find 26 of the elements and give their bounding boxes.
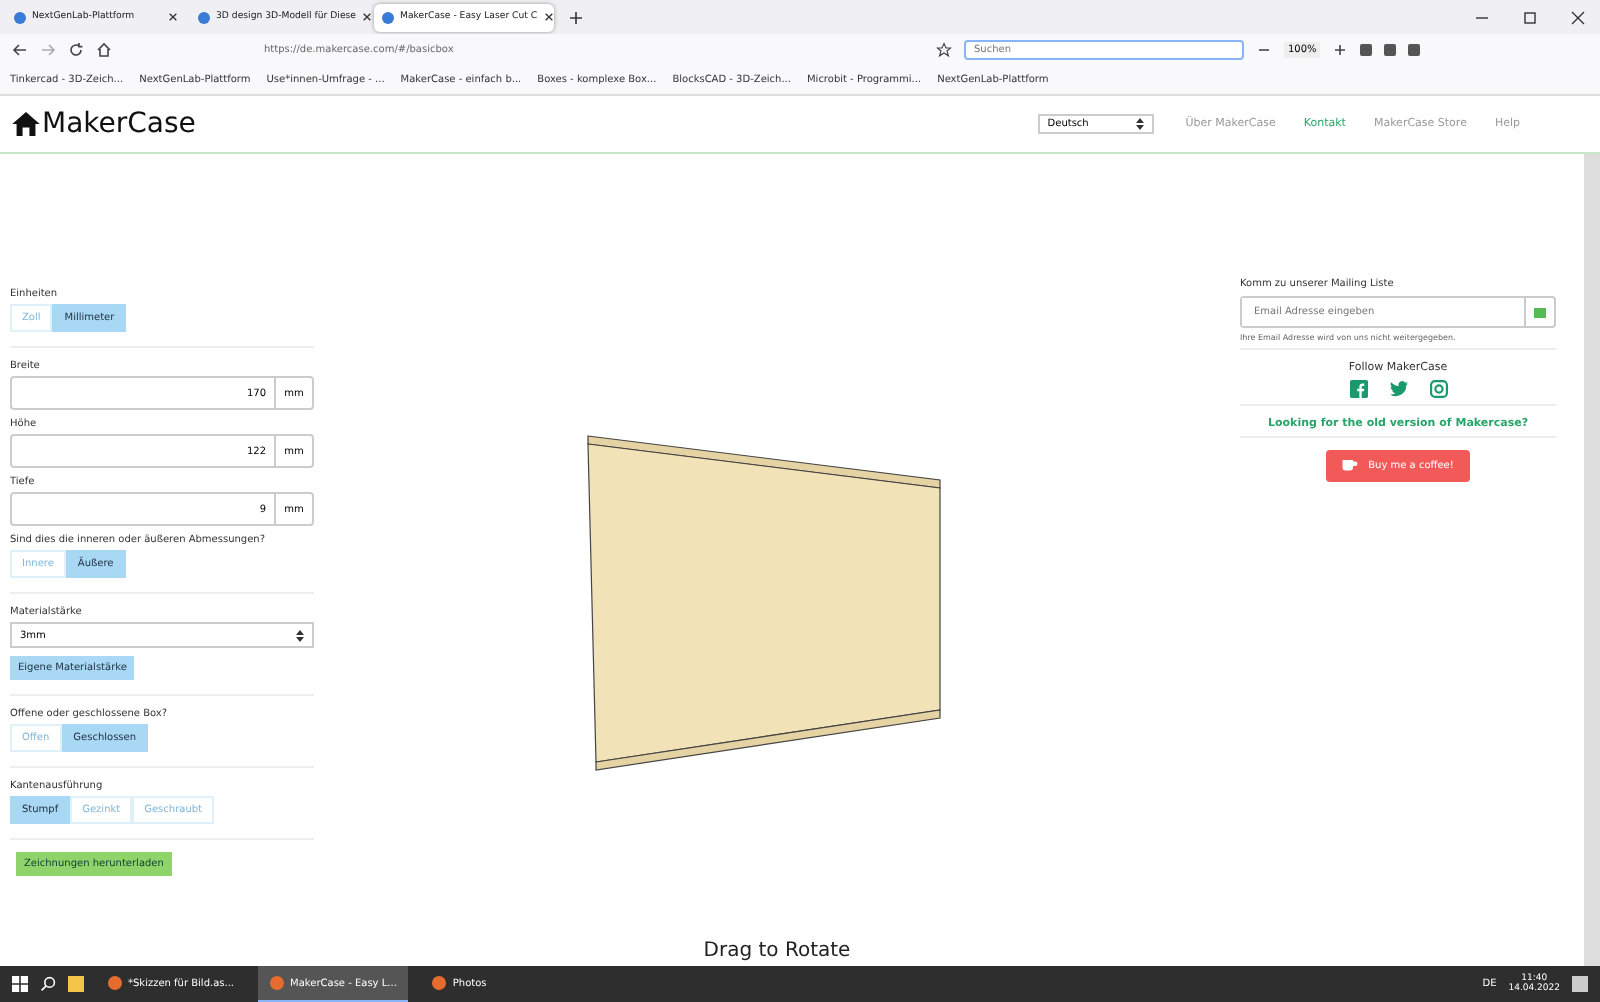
new-tab-icon[interactable] — [568, 9, 584, 25]
back-arrow-icon[interactable] — [12, 42, 28, 58]
windows-start-icon[interactable] — [12, 976, 28, 992]
logo[interactable]: MakerCase — [12, 108, 196, 140]
close-tab-icon[interactable] — [543, 12, 554, 22]
page-icon — [382, 11, 394, 23]
reload-icon[interactable] — [68, 42, 84, 58]
maximize-icon[interactable] — [1522, 9, 1538, 25]
instagram-icon[interactable] — [1429, 380, 1447, 398]
close-tab-icon[interactable] — [362, 12, 373, 22]
close-tab-icon[interactable] — [168, 12, 178, 22]
cup-icon — [1342, 460, 1359, 472]
zoom-in-icon[interactable] — [1332, 42, 1349, 58]
facebook-icon[interactable] — [1349, 380, 1367, 398]
scrollbar[interactable] — [1584, 154, 1600, 966]
select-arrows-icon — [296, 629, 304, 641]
close-icon[interactable] — [1570, 9, 1586, 25]
page-icon — [14, 11, 26, 23]
home-icon — [12, 112, 40, 136]
star-icon[interactable] — [936, 42, 952, 58]
page-icon — [198, 11, 210, 23]
twitter-icon[interactable] — [1389, 380, 1407, 398]
select-arrows-icon — [1135, 118, 1144, 130]
home-icon[interactable] — [96, 42, 112, 58]
drag-hint: Drag to Rotate — [703, 940, 851, 962]
search-icon[interactable] — [40, 976, 56, 992]
